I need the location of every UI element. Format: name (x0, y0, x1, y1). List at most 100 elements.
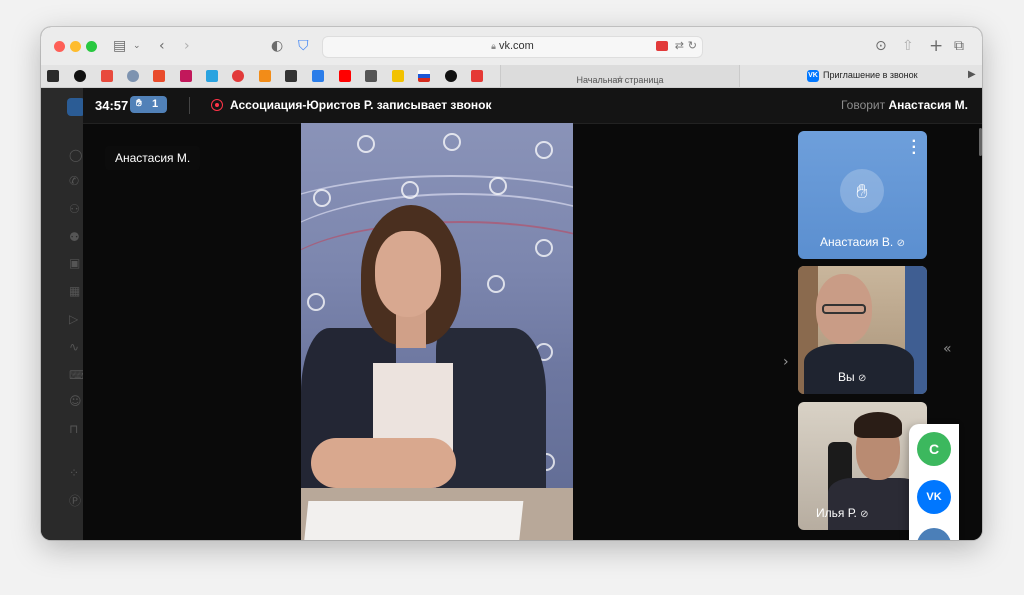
camera-in-use-icon[interactable] (656, 41, 668, 51)
participant-tile[interactable]: Илья Р. ⊘ (798, 402, 927, 530)
vk-sidebar: ◯ ✆ ⚇ ⚉ ▣ ▦ ▷ ∿ ⌨ ☺ ⊓ ⁘ Ⓟ (41, 88, 86, 540)
bookmark-cross-icon[interactable] (312, 70, 324, 82)
backdrop-logo-icon (487, 275, 505, 293)
participant-name: Анастасия В. ⊘ (820, 235, 905, 249)
bookmark-pink-icon[interactable] (180, 70, 192, 82)
header-divider (189, 97, 190, 114)
youtube-icon[interactable] (339, 70, 351, 82)
speaker-hands (311, 438, 456, 488)
music-icon[interactable]: ▦ (69, 284, 83, 298)
back-icon[interactable]: ‹ (159, 37, 165, 55)
bookmark-arrow-icon[interactable] (47, 70, 59, 82)
photos-icon[interactable]: ▣ (69, 256, 83, 270)
backdrop-logo-icon (535, 141, 553, 159)
bot-extension-icon[interactable]: ☻ (917, 528, 951, 540)
translate-icon[interactable]: ⇄ (675, 39, 684, 52)
friends-icon[interactable]: ⚇ (69, 202, 83, 216)
browser-toolbar: ▤ ⌄ ‹ › ◐ ⛉ 🔒︎ vk.com ⇄ ↻ ⊙ ⇧ + ⧉ (41, 27, 982, 66)
raised-hands-badge[interactable]: ✋︎ 1 (130, 96, 167, 113)
participant-hair (854, 412, 902, 438)
messages-icon[interactable]: ◯ (69, 148, 83, 162)
current-speaker-name: Анастасия М. (888, 98, 968, 112)
favorites-bar: ☆ Начальная страница VK Приглашение в зв… (41, 65, 982, 88)
games-icon[interactable]: ⌨ (69, 368, 86, 382)
raised-hands-count: 1 (152, 98, 159, 110)
clips-icon[interactable]: ∿ (69, 340, 83, 354)
current-speaker: Говорит Анастасия М. (840, 98, 968, 112)
participant-name: Илья Р. ⊘ (816, 506, 869, 520)
call-window: 34:57 ✋︎ 1 Ассоциация-Юристов Р. записыв… (83, 88, 982, 540)
speaker-face (375, 231, 441, 317)
recording-status: Ассоциация-Юристов Р. записывает звонок (230, 98, 492, 112)
downloads-icon[interactable]: ⊙ (875, 37, 887, 55)
vk-pay-icon[interactable]: Ⓟ (69, 494, 83, 508)
backdrop-logo-icon (313, 189, 331, 207)
backdrop-logo-icon (535, 239, 553, 257)
vk-extension-button[interactable]: VK (917, 480, 951, 514)
mic-off-icon: ⊘ (857, 373, 867, 384)
extension-c-button[interactable]: C (917, 432, 951, 466)
participant-tile[interactable]: Вы ⊘ (798, 266, 927, 394)
sidebar-toggle-icon[interactable]: ▤ (113, 37, 126, 55)
bookmark-red-icon[interactable] (101, 70, 113, 82)
call-timer: 34:57 (95, 98, 129, 113)
bookmark-plus-icon[interactable] (74, 70, 86, 82)
bookmark-flag-icon[interactable] (418, 70, 430, 82)
stickers-icon[interactable]: ☺ (69, 394, 83, 408)
more-options-icon[interactable]: · · · (912, 134, 917, 162)
vk-page: ◯ ✆ ⚇ ⚉ ▣ ▦ ▷ ∿ ⌨ ☺ ⊓ ⁘ Ⓟ 34:57 ✋︎ 1 Асс… (41, 88, 982, 540)
mic-off-icon: ⊘ (860, 509, 869, 520)
bookmark-yellow-icon[interactable] (392, 70, 404, 82)
privacy-shield-icon[interactable]: ◐ (271, 37, 283, 55)
reload-icon[interactable]: ↻ (688, 39, 697, 52)
bookmark-keyboard-icon[interactable] (365, 70, 377, 82)
share-icon[interactable]: ⇧ (902, 37, 914, 55)
bookmark-red-square-icon[interactable] (471, 70, 483, 82)
participant-name: Вы ⊘ (838, 370, 867, 384)
close-window-button[interactable] (54, 41, 65, 52)
recording-icon (211, 99, 223, 111)
bookmark-ok-icon[interactable] (259, 70, 271, 82)
camera-icon[interactable]: ▶ (968, 69, 976, 80)
backdrop-logo-icon (401, 181, 419, 199)
market-icon[interactable]: ⊓ (69, 422, 83, 436)
participants-scrollbar[interactable] (979, 128, 982, 156)
bookmark-orange-icon[interactable] (153, 70, 165, 82)
bookmark-plus2-icon[interactable] (445, 70, 457, 82)
paper-sheet (303, 501, 524, 540)
lock-icon: 🔒︎ (491, 42, 496, 52)
raised-hand-icon: ✋︎ (840, 169, 884, 213)
url-text: 🔒︎ vk.com (491, 40, 534, 52)
backdrop-logo-icon (443, 133, 461, 151)
tab-overview-icon[interactable]: ⧉ (954, 37, 964, 55)
participant-glasses (822, 304, 866, 314)
participant-tile[interactable]: · · · ✋︎ Анастасия В. ⊘ (798, 131, 927, 259)
video-icon[interactable]: ▷ (69, 312, 83, 326)
vk-favicon-icon: VK (807, 70, 819, 82)
bookmark-p-icon[interactable] (206, 70, 218, 82)
bookmark-blue-circle-icon[interactable] (127, 70, 139, 82)
mic-off-icon: ⊘ (896, 238, 905, 249)
vpn-shield-icon[interactable]: ⛉ (298, 37, 309, 55)
bookmark-sh-icon[interactable] (285, 70, 297, 82)
main-video-stream[interactable] (301, 123, 573, 540)
backdrop-logo-icon (489, 177, 507, 195)
bookmark-target-icon[interactable] (232, 70, 244, 82)
minimize-window-button[interactable] (70, 41, 81, 52)
hand-icon: ✋︎ (136, 98, 142, 109)
address-bar[interactable]: 🔒︎ vk.com ⇄ ↻ (322, 36, 703, 58)
collapse-panel-icon[interactable]: « (943, 341, 952, 357)
chevron-right-icon[interactable]: › (783, 354, 789, 370)
groups-icon[interactable]: ⚉ (69, 230, 83, 244)
new-tab-icon[interactable]: + (929, 37, 943, 55)
tab-start-page[interactable]: ☆ Начальная страница (500, 65, 740, 87)
zoom-window-button[interactable] (86, 41, 97, 52)
chevron-down-icon[interactable]: ⌄ (133, 37, 141, 55)
tab-invite-label[interactable]: Приглашение в звонок (823, 70, 918, 80)
backdrop-logo-icon (307, 293, 325, 311)
services-icon[interactable]: ⁘ (69, 466, 83, 480)
main-speaker-label: Анастасия М. (105, 146, 201, 170)
call-header: 34:57 ✋︎ 1 Ассоциация-Юристов Р. записыв… (83, 88, 982, 124)
forward-icon[interactable]: › (184, 37, 190, 55)
phone-icon[interactable]: ✆ (69, 174, 83, 188)
